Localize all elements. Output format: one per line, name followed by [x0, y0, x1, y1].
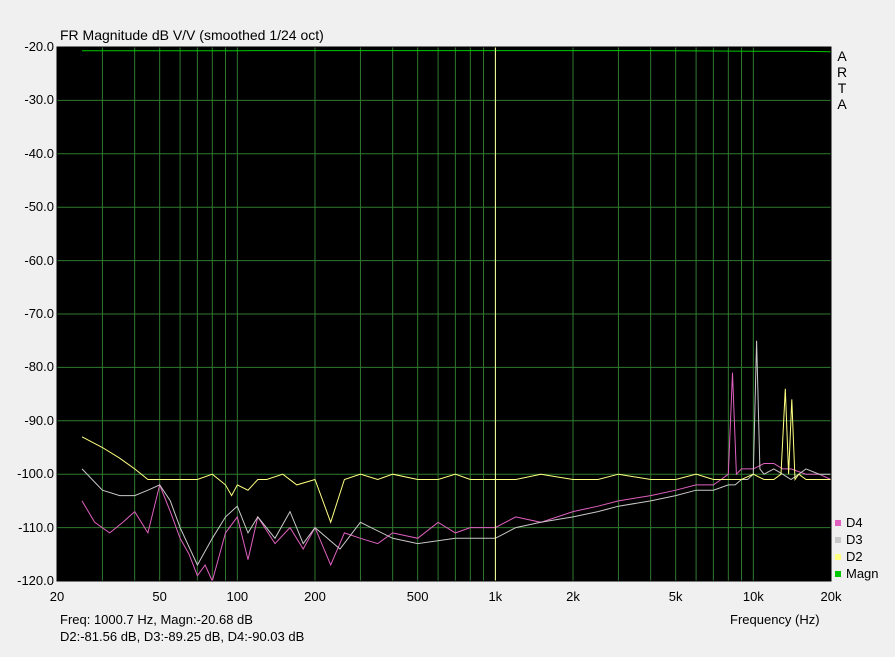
x-tick-label: 2k	[566, 589, 580, 604]
x-tick-label: 20	[49, 589, 65, 604]
x-tick-label: 5k	[668, 589, 683, 604]
legend-label: Magn	[846, 566, 879, 581]
x-axis-title: Frequency (Hz)	[730, 612, 820, 627]
x-tick-label: 10k	[742, 589, 764, 604]
watermark-letter: R	[836, 64, 848, 80]
legend-item-d2[interactable]: D2	[835, 548, 879, 565]
y-tick-label: -20.0	[24, 39, 54, 54]
x-tick-label: 50	[152, 589, 167, 604]
plot-area[interactable]	[0, 0, 895, 657]
y-tick-label: -60.0	[24, 252, 54, 268]
x-tick-label: 20k	[820, 589, 842, 604]
watermark-letter: A	[837, 96, 847, 112]
legend-label: D4	[846, 515, 863, 530]
y-tick-label: -80.0	[24, 359, 54, 375]
cursor-readout-freq: Freq: 1000.7 Hz, Magn:-20.68 dB	[60, 612, 253, 627]
legend-item-d3[interactable]: D3	[835, 531, 879, 548]
legend-item-magn[interactable]: Magn	[835, 565, 879, 582]
legend-label: D3	[846, 532, 863, 547]
y-tick-label: -90.0	[24, 412, 54, 428]
legend-swatch	[835, 553, 841, 560]
x-tick-label: 100	[226, 589, 249, 604]
arta-watermark: A R T A	[836, 48, 848, 112]
y-tick-label: -100.0	[17, 466, 54, 482]
y-tick-label: -120.0	[17, 573, 54, 588]
y-tick-label: -110.0	[18, 519, 54, 535]
x-tick-label: 500	[406, 589, 429, 604]
x-tick-label: 1k	[488, 589, 503, 604]
legend-swatch	[835, 570, 841, 577]
y-tick-label: -50.0	[24, 199, 54, 215]
x-tick-label: 200	[304, 589, 326, 604]
y-tick-label: -30.0	[24, 92, 54, 108]
legend-label: D2	[846, 549, 863, 564]
y-tick-label: -40.0	[24, 145, 54, 161]
y-tick-label: -70.0	[24, 306, 54, 321]
watermark-letter: A	[837, 48, 847, 64]
cursor-readout-distortion: D2:-81.56 dB, D3:-89.25 dB, D4:-90.03 dB	[60, 629, 305, 644]
legend-swatch	[835, 536, 841, 543]
watermark-letter: T	[837, 80, 847, 96]
legend-swatch	[835, 519, 841, 526]
legend: D4 D3 D2 Magn	[835, 514, 879, 582]
legend-item-d4[interactable]: D4	[835, 514, 879, 531]
